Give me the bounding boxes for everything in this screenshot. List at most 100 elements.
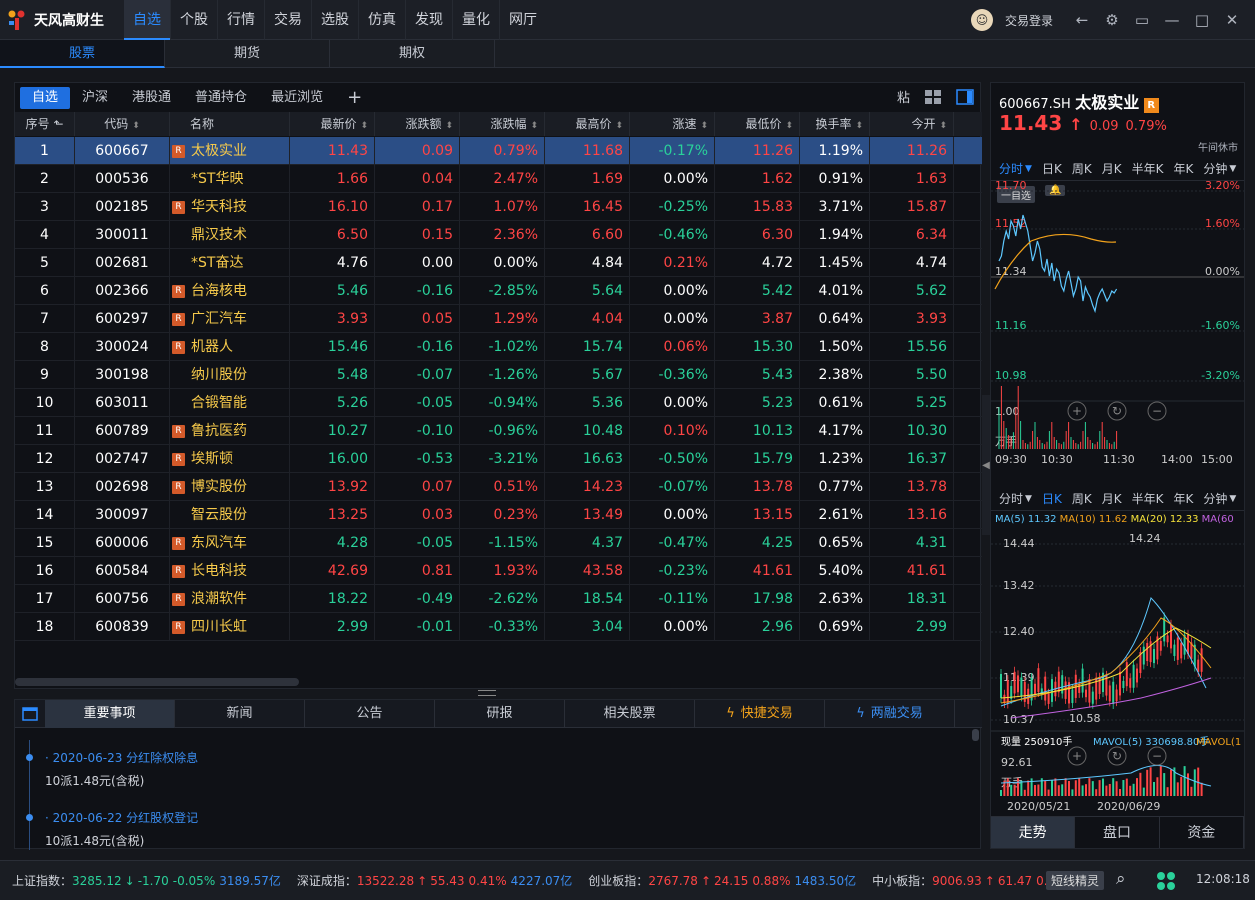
table-row[interactable]: 15 600006 R 东风汽车 4.28 -0.05 -1.15% 4.37 -0.47% 4.… xyxy=(15,529,982,557)
nav-item[interactable]: 个股 xyxy=(170,0,217,40)
sort-icon[interactable]: ⬍ xyxy=(360,121,368,131)
quote-bottom-tab[interactable]: 资金 xyxy=(1160,817,1244,848)
quote-bottom-tab[interactable]: 走势 xyxy=(991,817,1076,848)
column-header[interactable]: 最低价 ⬍ xyxy=(715,112,800,136)
column-header[interactable]: 名称 xyxy=(170,112,290,136)
sort-icon[interactable]: ⬍ xyxy=(939,121,947,131)
collapse-arrow-icon[interactable]: ◀ xyxy=(982,395,990,535)
message-icon[interactable]: ▭ xyxy=(1133,11,1151,29)
user-avatar-icon[interactable]: ☺ xyxy=(970,9,993,31)
sort-icon[interactable]: ⬍ xyxy=(785,121,793,131)
nav-item[interactable]: 交易 xyxy=(264,0,311,40)
table-row[interactable]: 16 600584 R 长电科技 42.69 0.81 1.93% 43.58 -0.23% 41… xyxy=(15,557,982,585)
nav-item[interactable]: 选股 xyxy=(311,0,358,40)
table-row[interactable]: 18 600839 R 四川长虹 2.99 -0.01 -0.33% 3.04 0.00% 2.9… xyxy=(15,613,982,641)
info-tab[interactable]: 相关股票 xyxy=(565,700,695,728)
sort-icon[interactable]: ⬍ xyxy=(615,121,623,131)
watchlist-tab[interactable]: 港股通 xyxy=(120,87,183,109)
table-row[interactable]: 1 600667 R 太极实业 11.43 0.09 0.79% 11.68 -0.17% 11.… xyxy=(15,137,982,165)
intraday-tab[interactable]: 日K xyxy=(1042,160,1062,177)
watchlist-tab[interactable]: 最近浏览 xyxy=(259,87,335,109)
table-row[interactable]: 14 300097 智云股份 13.25 0.03 0.23% 13.49 0.00% 13.1… xyxy=(15,501,982,529)
intraday-tab[interactable]: 月K xyxy=(1102,160,1122,177)
subtab[interactable]: 股票 xyxy=(0,40,165,68)
table-row[interactable]: 5 002681 *ST奋达 4.76 0.00 0.00% 4.84 0.21% 4.72 1.… xyxy=(15,249,982,277)
paste-button[interactable]: 粘 xyxy=(897,87,910,106)
chevron-down-icon[interactable]: ▼ xyxy=(1025,164,1032,174)
trade-login-link[interactable]: 交易登录 xyxy=(1005,12,1053,29)
intraday-tab[interactable]: 半年K xyxy=(1132,160,1164,177)
column-header[interactable]: 代码 ⬍ xyxy=(75,112,170,136)
add-tab-button[interactable]: + xyxy=(335,87,374,109)
watchlist-tab[interactable]: 自选 xyxy=(20,87,71,109)
sort-icon[interactable]: ⬍ xyxy=(445,121,453,131)
sort-icon[interactable]: ⬍ xyxy=(132,121,140,131)
chevron-down-icon[interactable]: ▼ xyxy=(1229,494,1236,504)
side-panel-icon[interactable] xyxy=(956,88,974,105)
close-icon[interactable]: ✕ xyxy=(1223,11,1241,29)
kline-tab[interactable]: 周K xyxy=(1072,490,1092,507)
table-row[interactable]: 11 600789 R 鲁抗医药 10.27 -0.10 -0.96% 10.48 0.10% 1… xyxy=(15,417,982,445)
nav-item[interactable]: 量化 xyxy=(452,0,499,40)
column-header[interactable]: 换手率 ⬍ xyxy=(800,112,870,136)
table-row[interactable]: 4 300011 鼎汉技术 6.50 0.15 2.36% 6.60 -0.46% 6.30 1.… xyxy=(15,221,982,249)
kline-tab[interactable]: 分时 xyxy=(999,490,1023,507)
sort-icon[interactable]: ⬍ xyxy=(530,121,538,131)
info-tab[interactable]: ϟ 两融交易 xyxy=(825,700,955,728)
column-header[interactable]: 涨速 ⬍ xyxy=(630,112,715,136)
nav-item[interactable]: 自选 xyxy=(124,0,170,40)
intraday-tab[interactable]: 年K xyxy=(1173,160,1193,177)
column-header[interactable]: 最新价 ⬍ xyxy=(290,112,375,136)
table-row[interactable]: 12 002747 R 埃斯顿 16.00 -0.53 -3.21% 16.63 -0.50% 1… xyxy=(15,445,982,473)
nav-item[interactable]: 仿真 xyxy=(358,0,405,40)
watchlist-tab[interactable]: 沪深 xyxy=(70,87,120,109)
info-tab[interactable]: 研报 xyxy=(435,700,565,728)
wizard-button[interactable]: 短线精灵 xyxy=(1046,871,1105,890)
column-header[interactable]: 今开 ⬍ xyxy=(870,112,954,136)
column-header[interactable]: 最高价 ⬍ xyxy=(545,112,630,136)
nav-item[interactable]: 网厅 xyxy=(499,0,546,40)
vertical-scrollbar[interactable] xyxy=(972,729,979,741)
apps-grid-icon[interactable] xyxy=(1156,871,1176,894)
index-quote[interactable]: 上证指数：3285.12 ↓ -1.70 -0.05% 3189.57亿 xyxy=(12,872,281,889)
back-arrow-icon[interactable]: ← xyxy=(1073,11,1091,29)
info-tab[interactable]: ϟ 快捷交易 xyxy=(695,700,825,728)
table-row[interactable]: 9 300198 纳川股份 5.48 -0.07 -1.26% 5.67 -0.36% 5.43… xyxy=(15,361,982,389)
nav-item[interactable]: 发现 xyxy=(405,0,452,40)
index-quote[interactable]: 深证成指：13522.28 ↑ 55.43 0.41% 4227.07亿 xyxy=(297,872,572,889)
nav-item[interactable]: 行情 xyxy=(217,0,264,40)
horizontal-scrollbar[interactable] xyxy=(15,678,299,686)
gear-icon[interactable]: ⚙ xyxy=(1103,11,1121,29)
intraday-tab[interactable]: 周K xyxy=(1072,160,1092,177)
kline-tab[interactable]: 月K xyxy=(1102,490,1122,507)
sort-icon[interactable]: ⬍ xyxy=(855,121,863,131)
table-row[interactable]: 2 000536 *ST华映 1.66 0.04 2.47% 1.69 0.00% 1.62 0.… xyxy=(15,165,982,193)
chevron-down-icon[interactable]: ▼ xyxy=(1025,494,1032,504)
table-row[interactable]: 3 002185 R 华天科技 16.10 0.17 1.07% 16.45 -0.25% 15.… xyxy=(15,193,982,221)
quote-bottom-tab[interactable]: 盘口 xyxy=(1075,817,1160,848)
grid-view-icon[interactable] xyxy=(924,89,942,105)
sort-arrow-icon[interactable]: ⬑ xyxy=(53,117,63,131)
search-icon[interactable]: ⌕ xyxy=(1116,869,1126,889)
kline-tab[interactable]: 日K xyxy=(1042,490,1062,507)
intraday-tab[interactable]: 分时 xyxy=(999,160,1023,177)
table-row[interactable]: 10 603011 合锻智能 5.26 -0.05 -0.94% 5.36 0.00% 5.23… xyxy=(15,389,982,417)
minimize-icon[interactable]: — xyxy=(1163,11,1181,29)
kline-tab[interactable]: 年K xyxy=(1173,490,1193,507)
watchlist-tab[interactable]: 普通持仓 xyxy=(183,87,259,109)
column-header[interactable]: 涨跌额 ⬍ xyxy=(375,112,460,136)
table-row[interactable]: 8 300024 R 机器人 15.46 -0.16 -1.02% 15.74 0.06% 15.… xyxy=(15,333,982,361)
chevron-down-icon[interactable]: ▼ xyxy=(1229,164,1236,174)
subtab[interactable]: 期货 xyxy=(165,40,330,68)
table-row[interactable]: 7 600297 R 广汇汽车 3.93 0.05 1.29% 4.04 0.00% 3.87 0.… xyxy=(15,305,982,333)
kline-tab[interactable]: 半年K xyxy=(1132,490,1164,507)
table-row[interactable]: 6 002366 R 台海核电 5.46 -0.16 -2.85% 5.64 0.00% 5.42… xyxy=(15,277,982,305)
subtab[interactable]: 期权 xyxy=(330,40,495,68)
column-header[interactable]: 序号 ⬑ xyxy=(15,112,75,136)
info-tab[interactable]: 重要事项 xyxy=(45,700,175,728)
sort-icon[interactable]: ⬍ xyxy=(700,121,708,131)
info-tab[interactable]: 公告 xyxy=(305,700,435,728)
table-row[interactable]: 17 600756 R 浪潮软件 18.22 -0.49 -2.62% 18.54 -0.11%… xyxy=(15,585,982,613)
index-quote[interactable]: 创业板指：2767.78 ↑ 24.15 0.88% 1483.50亿 xyxy=(588,872,856,889)
column-header[interactable]: 涨跌幅 ⬍ xyxy=(460,112,545,136)
